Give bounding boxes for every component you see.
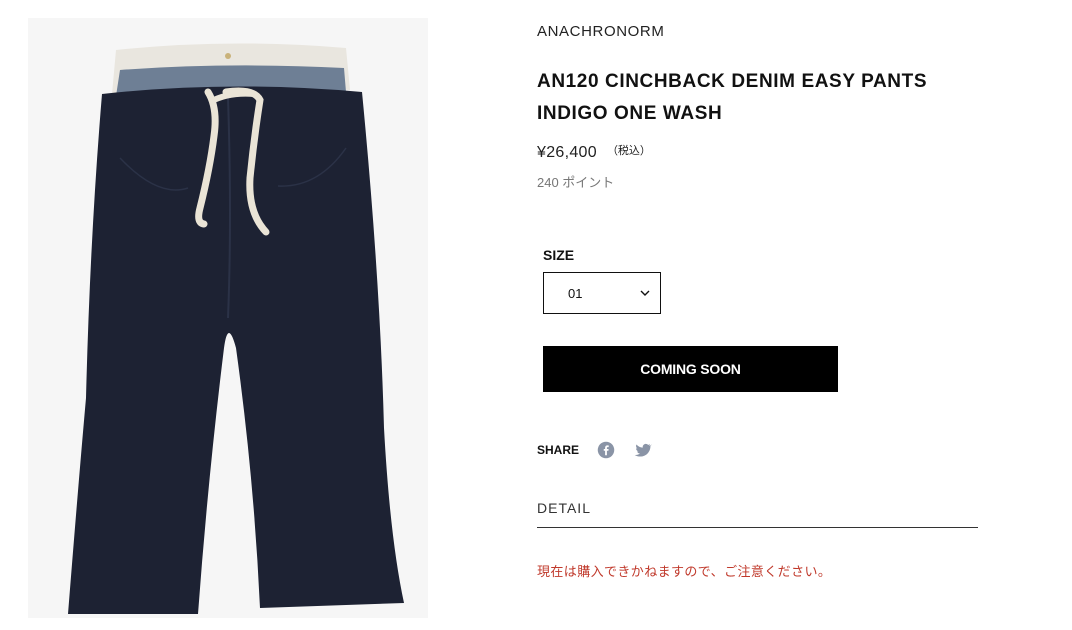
points: 240 ポイント [537, 175, 615, 190]
share-label: SHARE [537, 443, 580, 457]
chevron-down-icon [640, 290, 650, 296]
brand-name[interactable]: ANACHRONORM [537, 23, 664, 40]
product-title-line2: INDIGO ONE WASH [537, 103, 723, 124]
product-image [28, 18, 428, 618]
denim-pants-illustration [28, 18, 428, 618]
size-label: SIZE [543, 247, 575, 263]
detail-tab[interactable]: DETAIL [537, 500, 978, 528]
size-select[interactable]: 01 [543, 272, 661, 314]
purchase-notice: 現在は購入できかねますので、ご注意ください。 [537, 564, 832, 579]
facebook-icon[interactable] [597, 441, 615, 459]
price: ¥26,400 [537, 144, 597, 161]
size-selected-value: 01 [568, 285, 583, 301]
price-row: ¥26,400 （税込） [537, 144, 651, 162]
product-title-line1: AN120 CINCHBACK DENIM EASY PANTS [537, 71, 928, 92]
product-title: AN120 CINCHBACK DENIM EASY PANTS INDIGO … [537, 66, 987, 130]
share-bar: SHARE [537, 441, 671, 459]
tax-note: （税込） [606, 145, 651, 157]
coming-soon-button[interactable]: COMING SOON [543, 346, 838, 392]
twitter-icon[interactable] [634, 441, 653, 459]
